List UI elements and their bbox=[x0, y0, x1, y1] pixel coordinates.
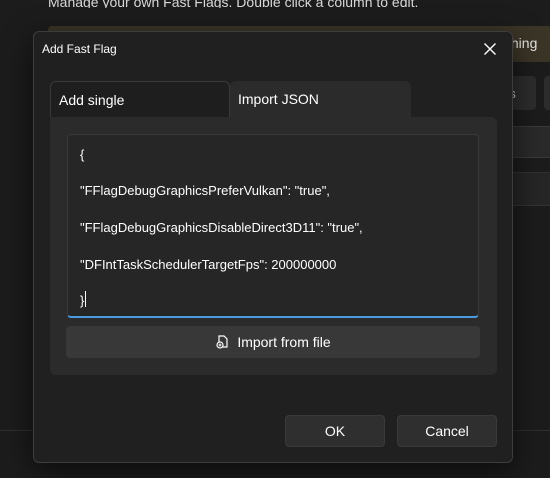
import-from-file-button[interactable]: Import from file bbox=[66, 326, 480, 358]
background-button-more[interactable] bbox=[544, 76, 550, 110]
file-import-icon bbox=[216, 335, 228, 349]
editor-line: } bbox=[80, 293, 85, 308]
dialog-title: Add Fast Flag bbox=[42, 42, 117, 56]
import-from-file-label: Import from file bbox=[237, 334, 331, 350]
text-caret bbox=[85, 291, 86, 307]
editor-line: "FFlagDebugGraphicsDisableDirect3D11": "… bbox=[80, 220, 363, 235]
tab-add-single[interactable]: Add single bbox=[50, 81, 230, 117]
add-fast-flag-dialog: Add Fast Flag Add single Import JSON { "… bbox=[33, 31, 513, 463]
editor-line: { bbox=[80, 147, 85, 162]
page-description: Manage your own Fast Flags. Double click… bbox=[48, 0, 419, 8]
editor-line: "DFIntTaskSchedulerTargetFps": 200000000 bbox=[80, 257, 337, 272]
close-icon bbox=[484, 43, 496, 55]
editor-line: "FFlagDebugGraphicsPreferVulkan": "true"… bbox=[80, 183, 330, 198]
ok-button[interactable]: OK bbox=[285, 415, 385, 447]
close-button[interactable] bbox=[475, 36, 505, 62]
json-editor[interactable]: { "FFlagDebugGraphicsPreferVulkan": "tru… bbox=[67, 134, 479, 318]
cancel-button[interactable]: Cancel bbox=[397, 415, 497, 447]
tab-import-json[interactable]: Import JSON bbox=[230, 81, 411, 117]
